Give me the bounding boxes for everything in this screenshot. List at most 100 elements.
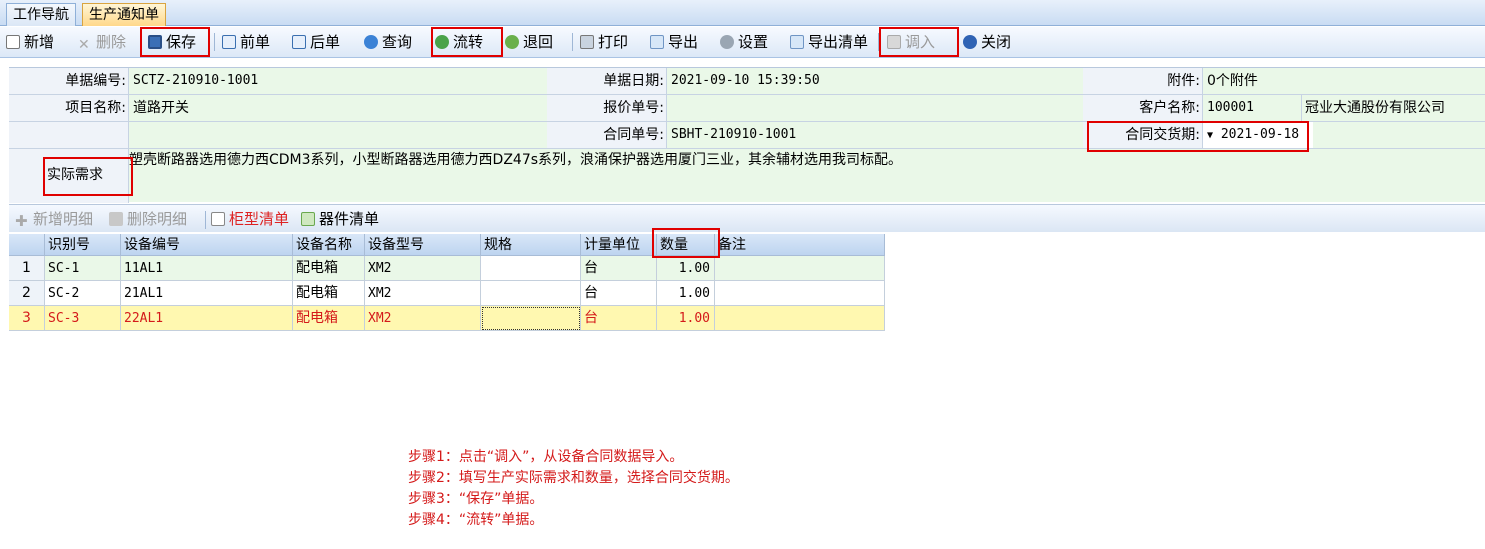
customer-label: 客户名称:	[1083, 95, 1203, 121]
settings-button[interactable]: 设置	[720, 30, 768, 54]
arrow-right-icon	[292, 35, 306, 49]
header-name[interactable]: 设备名称	[293, 234, 365, 256]
requirement-label: 实际需求	[47, 167, 103, 183]
plus-icon: ✚	[15, 212, 28, 230]
cell-name[interactable]: 配电箱	[293, 256, 365, 281]
contract-field[interactable]: SBHT-210910-1001	[667, 122, 1083, 148]
gear-icon	[720, 35, 734, 49]
table-row-selected[interactable]: 3 SC-3 22AL1 配电箱 XM2 台 1.00	[9, 306, 885, 331]
cell-code[interactable]: 21AL1	[121, 281, 293, 306]
cell-name[interactable]: 配电箱	[293, 306, 365, 331]
cell-note[interactable]	[715, 281, 885, 306]
contract-label: 合同单号:	[547, 122, 667, 148]
add-detail-button[interactable]: ✚ 新增明细	[15, 207, 93, 231]
print-button[interactable]: 打印	[580, 30, 628, 54]
project-field[interactable]: 道路开关	[129, 95, 547, 121]
doc-no-label: 单据编号:	[9, 68, 129, 94]
cell-id[interactable]: SC-1	[45, 256, 121, 281]
cell-qty[interactable]: 1.00	[657, 306, 715, 331]
cell-code[interactable]: 22AL1	[121, 306, 293, 331]
cell-spec[interactable]	[481, 281, 581, 306]
doc-date-field[interactable]: 2021-09-10 15:39:50	[667, 68, 1083, 94]
import-button[interactable]: 调入	[887, 30, 935, 54]
step-1-note: 步骤1：点击“调入”，从设备合同数据导入。	[408, 449, 684, 465]
export-list-icon	[790, 35, 804, 49]
toolbar-separator	[205, 211, 206, 229]
table-row[interactable]: 1 SC-1 11AL1 配电箱 XM2 台 1.00	[9, 256, 885, 281]
cell-id[interactable]: SC-3	[45, 306, 121, 331]
back-button[interactable]: 退回	[505, 30, 553, 54]
quote-field[interactable]	[667, 95, 1083, 121]
main-toolbar: 新增 ✕ 删除 保存 前单 后单 查询 流转 退回 打印 导出 设置 导出清单 调…	[0, 27, 1485, 58]
cabinet-list-icon	[211, 212, 225, 226]
header-spec[interactable]: 规格	[481, 234, 581, 256]
cell-id[interactable]: SC-2	[45, 281, 121, 306]
flow-button[interactable]: 流转	[435, 30, 483, 54]
cell-note[interactable]	[715, 306, 885, 331]
tab-work-navigation[interactable]: 工作导航	[6, 3, 76, 26]
header-model[interactable]: 设备型号	[365, 234, 481, 256]
cell-unit[interactable]: 台	[581, 256, 657, 281]
cell-model[interactable]: XM2	[365, 281, 481, 306]
attachment-link[interactable]: 0个附件	[1203, 68, 1483, 94]
cabinet-list-button[interactable]: 柜型清单	[211, 207, 289, 231]
cell-qty[interactable]: 1.00	[657, 256, 715, 281]
form-row: 合同单号: SBHT-210910-1001 合同交货期: ▼ 2021-09-…	[9, 122, 1485, 149]
step-4-note: 步骤4：“流转”单据。	[408, 512, 544, 528]
delivery-label: 合同交货期:	[1083, 122, 1203, 148]
prev-button[interactable]: 前单	[222, 30, 270, 54]
form-row: 单据编号: SCTZ-210910-1001 单据日期: 2021-09-10 …	[9, 68, 1485, 95]
doc-no-field[interactable]: SCTZ-210910-1001	[129, 68, 547, 94]
tab-production-notice[interactable]: 生产通知单	[82, 3, 166, 26]
requirement-textarea[interactable]: 塑壳断路器选用德力西CDM3系列，小型断路器选用德力西DZ47s系列，浪涌保护器…	[129, 151, 1479, 169]
export-list-button[interactable]: 导出清单	[790, 30, 868, 54]
cell-unit[interactable]: 台	[581, 281, 657, 306]
customer-code-field[interactable]: 100001	[1203, 95, 1301, 121]
cell-qty[interactable]: 1.00	[657, 281, 715, 306]
table-row[interactable]: 2 SC-2 21AL1 配电箱 XM2 台 1.00	[9, 281, 885, 306]
header-code[interactable]: 设备编号	[121, 234, 293, 256]
close-button[interactable]: 关闭	[963, 30, 1011, 54]
row-number: 2	[9, 281, 45, 306]
customer-name-field[interactable]: 冠业大通股份有限公司	[1301, 95, 1485, 121]
save-button[interactable]: 保存	[148, 30, 196, 54]
query-button[interactable]: 查询	[364, 30, 412, 54]
form-row: 项目名称: 道路开关 报价单号: 客户名称: 100001 冠业大通股份有限公司	[9, 95, 1485, 122]
cell-spec[interactable]	[481, 256, 581, 281]
floppy-disk-icon	[148, 35, 162, 49]
header-note[interactable]: 备注	[715, 234, 885, 256]
cell-note[interactable]	[715, 256, 885, 281]
parts-list-button[interactable]: 器件清单	[301, 207, 379, 231]
detail-toolbar: ✚ 新增明细 删除明细 柜型清单 器件清单	[9, 204, 1485, 232]
cell-spec-focused[interactable]	[481, 306, 581, 331]
cell-unit[interactable]: 台	[581, 306, 657, 331]
delete-button[interactable]: ✕ 删除	[78, 30, 126, 54]
next-button[interactable]: 后单	[292, 30, 340, 54]
project-label: 项目名称:	[9, 95, 129, 121]
cell-model[interactable]: XM2	[365, 306, 481, 331]
cell-code[interactable]: 11AL1	[121, 256, 293, 281]
header-unit[interactable]: 计量单位	[581, 234, 657, 256]
cell-name[interactable]: 配电箱	[293, 281, 365, 306]
header-qty[interactable]: 数量	[657, 234, 715, 256]
export-button[interactable]: 导出	[650, 30, 698, 54]
step-3-note: 步骤3：“保存”单据。	[408, 491, 544, 507]
dropdown-arrow-icon[interactable]: ▼	[1207, 130, 1213, 141]
header-id[interactable]: 识别号	[45, 234, 121, 256]
printer-icon	[580, 35, 594, 49]
attach-label: 附件:	[1083, 68, 1203, 94]
arrow-left-icon	[222, 35, 236, 49]
cell-model[interactable]: XM2	[365, 256, 481, 281]
remove-detail-button[interactable]: 删除明细	[109, 207, 187, 231]
parts-list-icon	[301, 212, 315, 226]
header-rownum	[9, 234, 45, 256]
delete-x-icon: ✕	[78, 37, 90, 53]
grid-header: 识别号 设备编号 设备名称 设备型号 规格 计量单位 数量 备注	[9, 234, 885, 256]
toolbar-separator	[572, 33, 573, 51]
quote-label: 报价单号:	[547, 95, 667, 121]
delivery-date-picker[interactable]: ▼ 2021-09-18	[1203, 122, 1313, 148]
new-button[interactable]: 新增	[6, 30, 54, 54]
search-icon	[364, 35, 378, 49]
remove-list-icon	[109, 212, 123, 226]
document-header-form: 单据编号: SCTZ-210910-1001 单据日期: 2021-09-10 …	[9, 67, 1485, 203]
